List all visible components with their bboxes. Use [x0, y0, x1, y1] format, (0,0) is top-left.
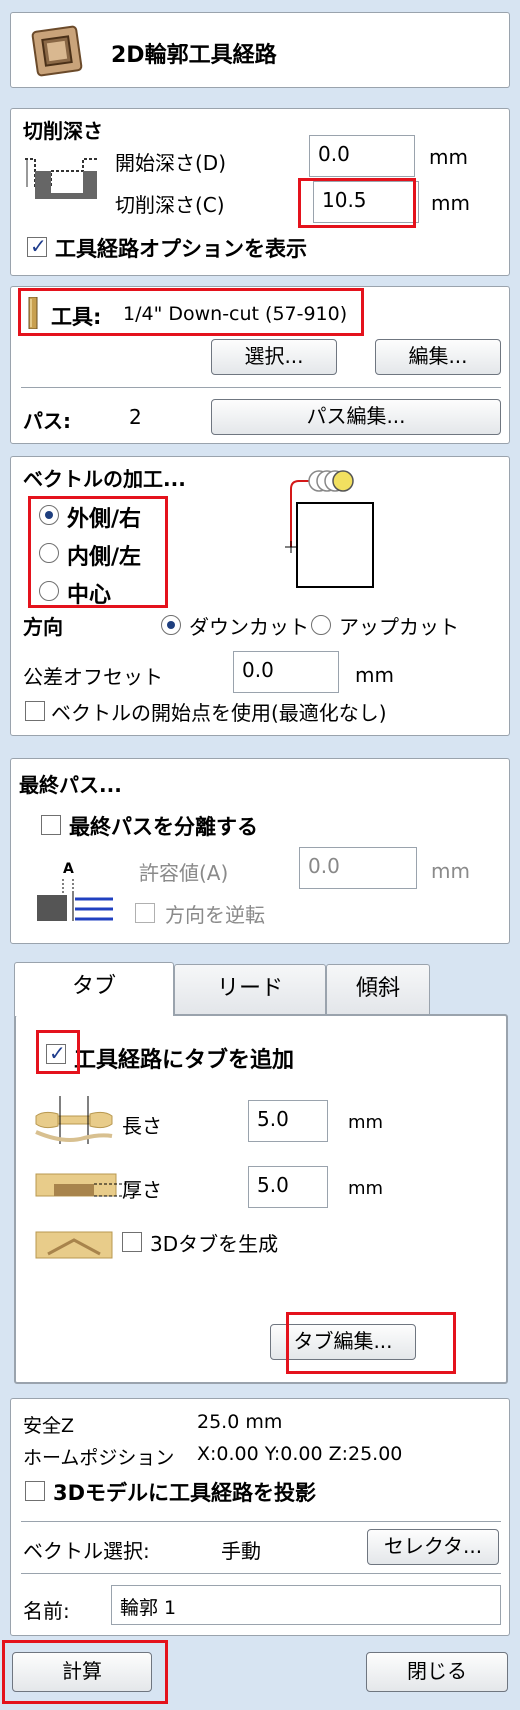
safe-z-label: 安全Z: [23, 1415, 75, 1437]
tab-tabs[interactable]: タブ: [14, 962, 174, 1016]
start-depth-input[interactable]: 0.0: [309, 135, 415, 177]
close-button[interactable]: 閉じる: [366, 1652, 508, 1692]
header-panel: 2D輪郭工具経路: [10, 12, 510, 88]
project-toolpath-label: 3Dモデルに工具経路を投影: [53, 1481, 317, 1505]
vector-selection-label: ベクトル選択:: [23, 1539, 150, 1563]
tab-length-input[interactable]: 5.0: [248, 1100, 328, 1142]
outside-cut-diagram: [285, 470, 374, 588]
add-tabs-label: 工具経路にタブを追加: [74, 1048, 295, 1073]
name-label: 名前:: [23, 1599, 70, 1623]
bottom-settings-panel: 安全Z 25.0 mm ホームポジション X:0.00 Y:0.00 Z:25.…: [10, 1398, 510, 1636]
machine-vectors-section-title: ベクトルの加工...: [23, 467, 186, 491]
tab-thickness-unit: mm: [348, 1178, 384, 1199]
start-depth-unit: mm: [429, 145, 468, 169]
show-options-label: 工具経路オプションを表示: [55, 237, 307, 261]
cut-depth-diagram-icon: [25, 158, 97, 199]
last-pass-panel: 最終パス... 最終パスを分離する A 許容値(A) 0.0 mm 方向を逆転: [10, 758, 510, 944]
project-toolpath-checkbox[interactable]: [25, 1481, 45, 1501]
highlight-cut-depth: [298, 178, 416, 228]
tab-length-unit: mm: [348, 1112, 384, 1133]
tab-thickness-label: 厚さ: [122, 1178, 162, 1202]
conventional-radio[interactable]: [311, 615, 331, 635]
use-start-point-checkbox[interactable]: [25, 701, 45, 721]
offset-label: 公差オフセット: [23, 665, 163, 689]
profile-toolpath-icon: [31, 25, 83, 77]
use-start-point-label: ベクトルの開始点を使用(最適化なし): [51, 701, 387, 725]
separate-last-pass-label: 最終パスを分離する: [69, 815, 258, 839]
allowance-unit: mm: [431, 859, 470, 883]
create-3d-tabs-checkbox[interactable]: [122, 1232, 142, 1252]
tab-thickness-input[interactable]: 5.0: [248, 1166, 328, 1208]
edit-tool-button[interactable]: 編集...: [375, 339, 501, 375]
3d-tab-icon: [35, 1231, 113, 1259]
cut-depth-panel: 切削深さ 開始深さ(D) 0.0 mm 切削深さ(C) 10.5 mm 工具経路…: [10, 108, 510, 276]
last-pass-section-title: 最終パス...: [19, 773, 122, 797]
allowance-input[interactable]: 0.0: [299, 847, 417, 889]
climb-label: ダウンカット: [189, 615, 309, 639]
start-depth-label: 開始深さ(D): [115, 151, 227, 175]
conventional-label: アップカット: [339, 615, 459, 639]
cut-depth-section-title: 切削深さ: [23, 119, 103, 143]
page-title: 2D輪郭工具経路: [111, 43, 277, 68]
home-position-label: ホームポジション: [23, 1447, 175, 1469]
tab-length-label: 長さ: [122, 1114, 162, 1138]
home-position-value: X:0.00 Y:0.00 Z:25.00: [197, 1443, 403, 1465]
separate-last-pass-checkbox[interactable]: [41, 815, 61, 835]
highlight-machine-vectors: [28, 496, 168, 608]
select-tool-button[interactable]: 選択...: [211, 339, 337, 375]
bottom-separator-2: [21, 1573, 501, 1574]
selector-button[interactable]: セレクタ...: [367, 1529, 499, 1565]
highlight-tool: [18, 288, 364, 336]
tab-length-icon: [35, 1096, 113, 1144]
reverse-direction-label: 方向を逆転: [165, 903, 265, 927]
tab-thickness-icon: [35, 1173, 128, 1197]
tab-ramps[interactable]: 傾斜: [326, 964, 430, 1014]
bottom-separator-1: [21, 1521, 501, 1522]
create-3d-tabs-label: 3Dタブを生成: [150, 1232, 279, 1256]
tool-separator: [21, 387, 501, 388]
safe-z-value: 25.0 mm: [197, 1411, 283, 1433]
offset-input[interactable]: 0.0: [233, 651, 339, 693]
tab-leads[interactable]: リード: [174, 964, 326, 1014]
svg-text:A: A: [63, 861, 74, 877]
vector-selection-value: 手動: [221, 1539, 261, 1563]
highlight-add-tabs: [36, 1030, 80, 1074]
passes-value: 2: [129, 405, 142, 429]
allowance-label: 許容値(A): [139, 861, 229, 885]
offset-unit: mm: [355, 663, 394, 687]
cut-depth-label: 切削深さ(C): [115, 193, 225, 217]
passes-label: パス:: [23, 409, 71, 433]
climb-radio[interactable]: [161, 615, 181, 635]
reverse-direction-checkbox[interactable]: [135, 903, 155, 923]
last-pass-diagram: A: [37, 861, 113, 921]
show-options-checkbox[interactable]: [27, 234, 47, 258]
direction-label: 方向: [23, 615, 63, 639]
cut-depth-unit: mm: [431, 191, 470, 215]
highlight-calculate: [2, 1640, 168, 1704]
edit-passes-button[interactable]: パス編集...: [211, 399, 501, 435]
highlight-edit-tabs: [286, 1312, 456, 1374]
name-input[interactable]: 輪郭 1: [111, 1585, 501, 1625]
